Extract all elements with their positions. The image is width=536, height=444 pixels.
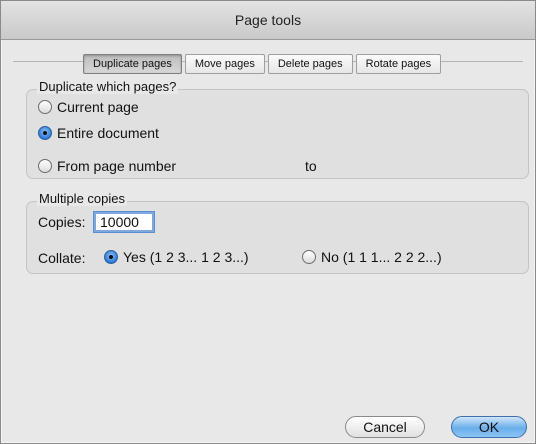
copies-group-title: Multiple copies bbox=[37, 191, 127, 206]
tab-rotate-pages[interactable]: Rotate pages bbox=[355, 54, 442, 74]
radio-selected-icon bbox=[38, 126, 52, 140]
page-tools-dialog: Page tools Duplicate pages Move pages De… bbox=[0, 0, 536, 444]
radio-from-page-number-label: From page number bbox=[57, 158, 177, 174]
tab-bar: Duplicate pages Move pages Delete pages … bbox=[83, 54, 442, 74]
radio-collate-yes[interactable]: Yes (1 2 3... 1 2 3...) bbox=[104, 249, 249, 265]
radio-current-page[interactable]: Current page bbox=[38, 99, 139, 115]
radio-entire-document[interactable]: Entire document bbox=[38, 125, 159, 141]
radio-circle-icon bbox=[302, 250, 316, 264]
collate-yes-label: Yes (1 2 3... 1 2 3...) bbox=[123, 249, 249, 265]
collate-label: Collate: bbox=[38, 250, 86, 266]
copies-label: Copies: bbox=[38, 214, 86, 230]
copies-input[interactable] bbox=[93, 211, 155, 233]
tab-move-pages[interactable]: Move pages bbox=[184, 54, 265, 74]
to-label: to bbox=[305, 158, 317, 174]
ok-button[interactable]: OK bbox=[451, 416, 527, 438]
radio-entire-document-label: Entire document bbox=[57, 125, 159, 141]
radio-current-page-label: Current page bbox=[57, 99, 139, 115]
tab-delete-pages[interactable]: Delete pages bbox=[267, 54, 353, 74]
cancel-button[interactable]: Cancel bbox=[345, 416, 425, 438]
window-title: Page tools bbox=[1, 1, 535, 40]
radio-circle-icon bbox=[38, 100, 52, 114]
radio-collate-no[interactable]: No (1 1 1... 2 2 2...) bbox=[302, 249, 442, 265]
tab-duplicate-pages[interactable]: Duplicate pages bbox=[83, 54, 182, 74]
duplicate-group-title: Duplicate which pages? bbox=[37, 79, 179, 94]
radio-selected-icon bbox=[104, 250, 118, 264]
radio-from-page-number[interactable]: From page number bbox=[38, 158, 176, 174]
collate-no-label: No (1 1 1... 2 2 2...) bbox=[321, 249, 442, 265]
radio-circle-icon bbox=[38, 159, 52, 173]
